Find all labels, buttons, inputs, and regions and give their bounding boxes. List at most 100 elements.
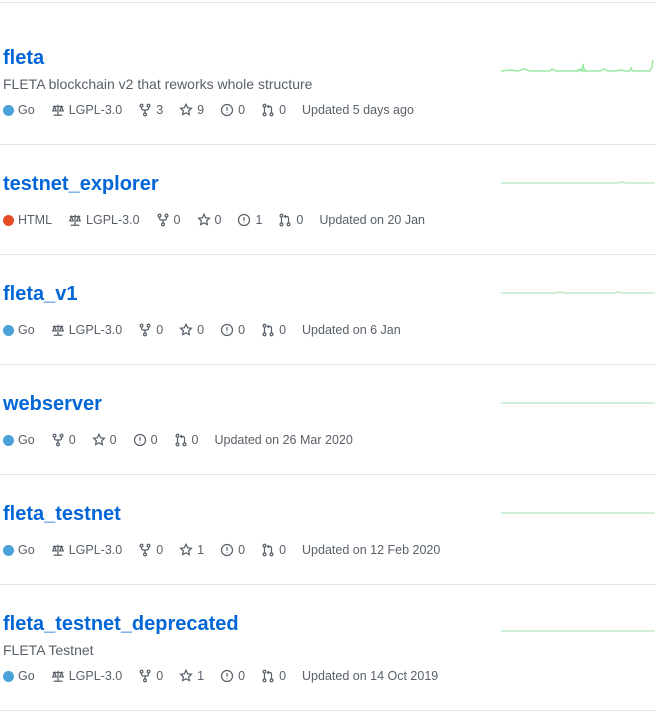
stars-count: 0 — [197, 323, 205, 337]
issues-count: 0 — [238, 323, 246, 337]
license-label: LGPL-3.0 — [68, 543, 123, 557]
law-icon — [68, 214, 82, 226]
fork-icon — [52, 433, 64, 447]
pulls-link[interactable]: 0 — [261, 322, 286, 338]
issues-link[interactable]: 0 — [220, 668, 245, 684]
activity-sparkline — [501, 291, 655, 294]
repo-language: Go — [3, 102, 35, 118]
repo-list-item: webserver Go 0 0 0 0 Updated on 26 Mar 2… — [0, 365, 656, 475]
issue-icon — [238, 213, 251, 227]
language-color-dot — [3, 544, 14, 556]
language-color-dot — [3, 214, 14, 226]
forks-count: 0 — [156, 543, 164, 557]
repo-name-link[interactable]: fleta_testnet — [3, 502, 121, 526]
forks-count: 0 — [173, 213, 181, 227]
language-label: Go — [18, 669, 35, 683]
pulls-link[interactable]: 0 — [174, 432, 199, 448]
issues-link[interactable]: 0 — [220, 322, 245, 338]
fork-icon — [139, 543, 151, 557]
repo-name-link[interactable]: testnet_explorer — [3, 172, 159, 196]
repo-name-link[interactable]: fleta — [3, 46, 44, 70]
pull-request-icon — [175, 433, 187, 447]
activity-sparkline — [501, 402, 655, 404]
stars-link[interactable]: 0 — [91, 432, 117, 448]
updated-text: Updated on 6 Jan — [302, 323, 401, 337]
repo-license: LGPL-3.0 — [51, 322, 122, 338]
repo-language: Go — [3, 432, 35, 448]
fork-icon — [139, 103, 151, 117]
repo-license: LGPL-3.0 — [68, 212, 140, 228]
stars-link[interactable]: 9 — [179, 102, 204, 118]
activity-sparkline — [501, 181, 655, 184]
issues-link[interactable]: 1 — [237, 212, 262, 228]
repo-language: Go — [3, 542, 35, 558]
repo-name-link[interactable]: fleta_testnet_deprecated — [3, 612, 239, 636]
stars-link[interactable]: 1 — [179, 542, 204, 558]
star-icon — [196, 213, 211, 226]
fork-icon — [139, 669, 151, 683]
forks-link[interactable]: 0 — [51, 432, 76, 448]
language-label: Go — [18, 323, 35, 337]
issue-icon — [220, 323, 234, 337]
language-color-dot — [3, 434, 14, 446]
repo-meta: HTML LGPL-3.0 0 0 1 0 Updated on 20 Jan — [3, 212, 441, 228]
issues-link[interactable]: 0 — [220, 102, 245, 118]
issues-link[interactable]: 0 — [133, 432, 158, 448]
updated-text: Updated on 26 Mar 2020 — [214, 433, 353, 447]
repo-name-link[interactable]: webserver — [3, 392, 102, 416]
pull-request-icon — [279, 213, 291, 227]
language-color-dot — [3, 670, 14, 682]
stars-link[interactable]: 0 — [196, 212, 222, 228]
pulls-link[interactable]: 0 — [261, 102, 286, 118]
repo-language: HTML — [3, 212, 52, 228]
license-label: LGPL-3.0 — [68, 669, 123, 683]
stars-count: 0 — [214, 213, 222, 227]
repo-language: Go — [3, 668, 35, 684]
repo-list-item: fleta_testnet_deprecated FLETA Testnet G… — [0, 585, 656, 711]
pulls-count: 0 — [279, 669, 287, 683]
forks-link[interactable]: 0 — [138, 542, 163, 558]
forks-link[interactable]: 3 — [138, 102, 163, 118]
issue-icon — [220, 543, 234, 557]
license-label: LGPL-3.0 — [86, 213, 140, 227]
issues-count: 1 — [255, 213, 263, 227]
forks-count: 3 — [156, 103, 164, 117]
star-icon — [179, 103, 193, 116]
pulls-link[interactable]: 0 — [278, 212, 303, 228]
language-label: HTML — [18, 213, 53, 227]
forks-link[interactable]: 0 — [156, 212, 181, 228]
activity-sparkline — [501, 630, 655, 632]
pulls-count: 0 — [279, 543, 287, 557]
pulls-link[interactable]: 0 — [261, 668, 286, 684]
repo-list-item: fleta_testnet Go LGPL-3.0 0 1 0 0 Update… — [0, 475, 656, 585]
stars-count: 9 — [197, 103, 205, 117]
star-icon — [179, 323, 193, 336]
law-icon — [51, 544, 64, 556]
updated-text: Updated on 12 Feb 2020 — [302, 543, 441, 557]
repo-meta: Go LGPL-3.0 0 1 0 0 Updated on 12 Feb 20… — [3, 542, 456, 558]
issues-count: 0 — [238, 543, 246, 557]
issues-count: 0 — [238, 669, 246, 683]
pulls-count: 0 — [279, 323, 287, 337]
stars-link[interactable]: 1 — [179, 668, 204, 684]
forks-link[interactable]: 0 — [138, 668, 163, 684]
repo-list-item: testnet_explorer HTML LGPL-3.0 0 0 1 0 U… — [0, 145, 656, 255]
pulls-link[interactable]: 0 — [261, 542, 286, 558]
language-color-dot — [3, 104, 14, 116]
repo-language: Go — [3, 322, 35, 338]
repo-license: LGPL-3.0 — [51, 668, 123, 684]
issue-icon — [220, 103, 234, 117]
repo-list-item: fleta_v1 Go LGPL-3.0 0 0 0 0 Updated on … — [0, 255, 656, 365]
stars-count: 1 — [197, 543, 205, 557]
repo-meta: Go LGPL-3.0 0 0 0 0 Updated on 6 Jan — [3, 322, 417, 338]
law-icon — [51, 324, 64, 336]
pull-request-icon — [262, 669, 274, 683]
stars-count: 1 — [197, 669, 205, 683]
issues-link[interactable]: 0 — [220, 542, 245, 558]
stars-link[interactable]: 0 — [179, 322, 204, 338]
repo-name-link[interactable]: fleta_v1 — [3, 282, 78, 306]
law-icon — [51, 104, 64, 116]
updated-text: Updated on 20 Jan — [319, 213, 425, 227]
forks-link[interactable]: 0 — [138, 322, 163, 338]
forks-count: 0 — [68, 433, 76, 447]
